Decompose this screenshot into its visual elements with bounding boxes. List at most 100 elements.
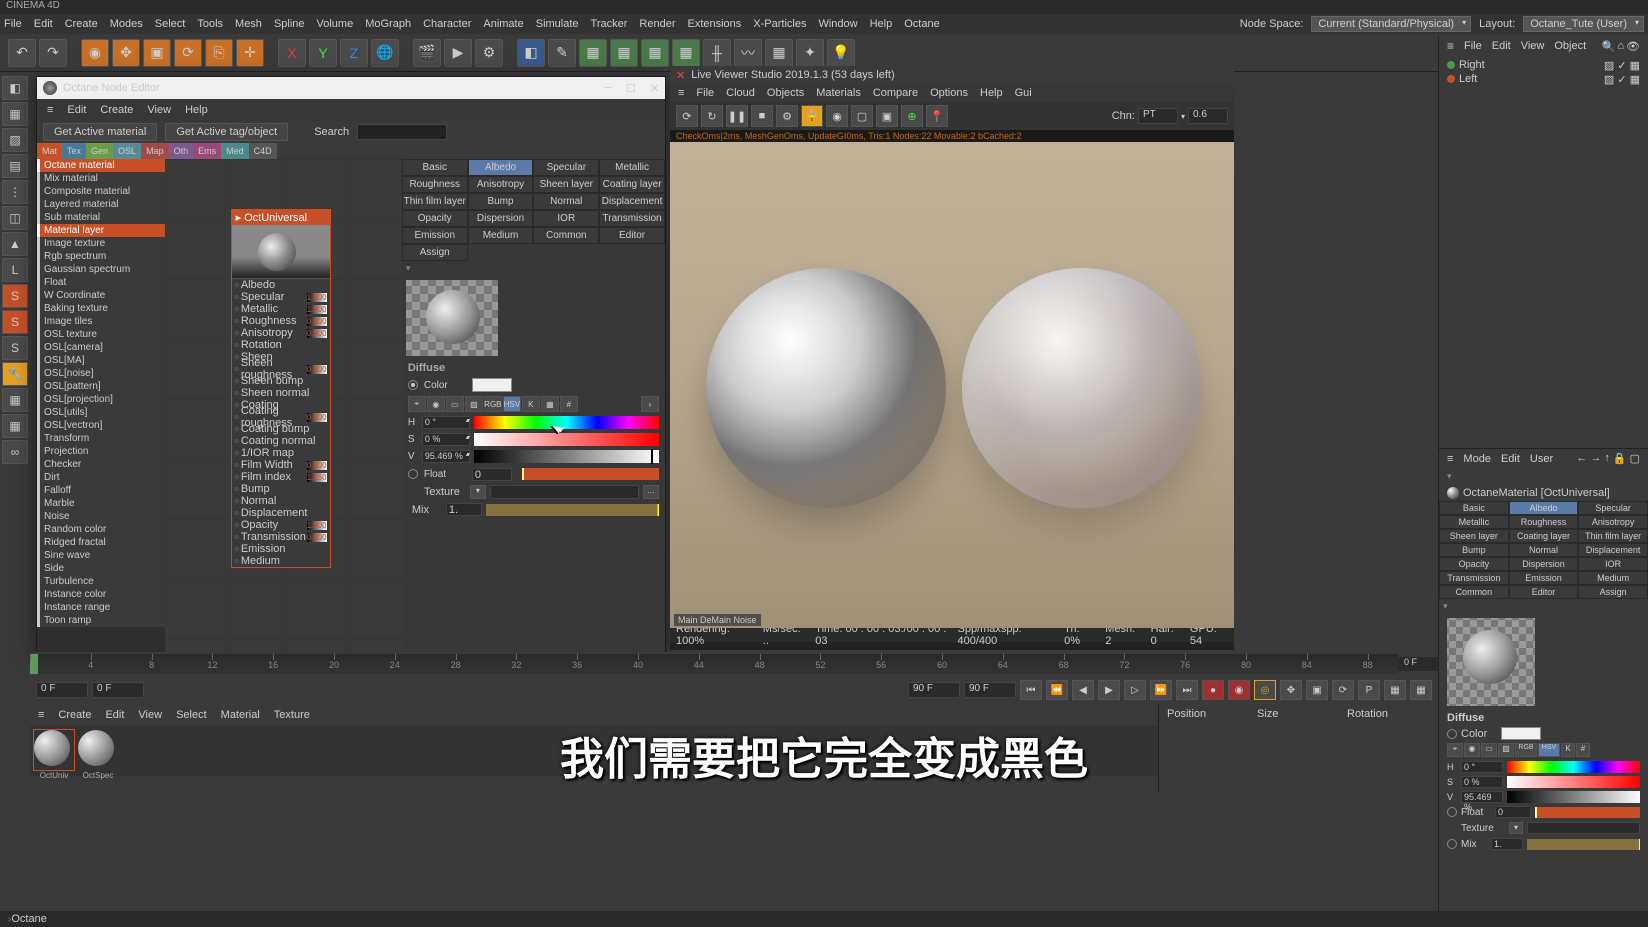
menu-animate[interactable]: Animate [483, 18, 523, 30]
node-port[interactable]: Specular1.000 [232, 291, 330, 303]
color-radio[interactable] [408, 380, 418, 390]
vm-options[interactable]: Options [930, 87, 968, 99]
node-port[interactable]: Albedo [232, 279, 330, 291]
tab-ems[interactable]: Ems [193, 143, 221, 159]
prop-tab[interactable]: Editor [599, 227, 665, 244]
node-list-item[interactable]: Turbulence [37, 575, 165, 588]
z-axis-button[interactable]: Z [340, 39, 368, 67]
hue-value[interactable]: 0 ° [422, 416, 470, 429]
om-view[interactable]: View [1521, 40, 1545, 52]
menu-extensions[interactable]: Extensions [687, 18, 741, 30]
prop-tab[interactable]: Medium [468, 227, 534, 244]
attr-tab[interactable]: Roughness [1509, 515, 1579, 529]
workplane-mode[interactable]: ▤ [2, 154, 28, 178]
attr-tab[interactable]: Transmission [1439, 571, 1509, 585]
prop-tab[interactable]: Metallic [599, 159, 665, 176]
om-ham[interactable]: ≡ [1447, 39, 1454, 53]
attr-tex-dd[interactable]: ▾ [1509, 822, 1523, 834]
goto-start[interactable]: ⏮ [1020, 680, 1042, 700]
node-list-item[interactable]: Rgb spectrum [37, 250, 165, 263]
node-list-item[interactable]: Side [37, 562, 165, 575]
mm-edit[interactable]: Edit [105, 709, 124, 721]
tab-mat[interactable]: Mat [37, 143, 62, 159]
om-edit[interactable]: Edit [1492, 40, 1511, 52]
attr-s-val[interactable]: 0 % [1461, 776, 1503, 788]
ne-menu-view[interactable]: View [147, 104, 171, 116]
next-frame[interactable]: ▷ [1124, 680, 1146, 700]
attr-v-slider[interactable] [1507, 791, 1640, 803]
maximize-button[interactable]: ☐ [626, 82, 636, 95]
node-list-item[interactable]: Material layer [37, 224, 165, 237]
ne-menu-create[interactable]: Create [100, 104, 133, 116]
node-port[interactable]: Roughness0.000 [232, 315, 330, 327]
menu-select[interactable]: Select [155, 18, 186, 30]
attr-mix-radio[interactable] [1447, 839, 1457, 849]
node-list-item[interactable]: Ridged fractal [37, 536, 165, 549]
menu-create[interactable]: Create [65, 18, 98, 30]
texture-dropdown[interactable]: ▾ [470, 485, 486, 499]
floor-button[interactable]: 〰 [734, 39, 762, 67]
am-edit[interactable]: Edit [1501, 453, 1520, 465]
anim-key[interactable]: ▦ [1410, 680, 1432, 700]
vt-reload[interactable]: ↻ [701, 105, 723, 127]
node-port[interactable]: Sheen roughness0.000 [232, 363, 330, 375]
attr-tab[interactable]: Albedo [1509, 501, 1579, 515]
pen-button[interactable]: ✎ [548, 39, 576, 67]
vm-help[interactable]: Help [980, 87, 1003, 99]
object-list[interactable]: Right▨ ✓ ▦ Left▨ ✓ ▦ [1439, 56, 1648, 88]
node-port[interactable]: Normal [232, 495, 330, 507]
vm-cloud[interactable]: Cloud [726, 87, 755, 99]
node-port[interactable]: Anisotropy0.000 [232, 327, 330, 339]
camera-left[interactable]: Left▨ ✓ ▦ [1447, 72, 1640, 86]
ne-menu-ham[interactable]: ≡ [47, 104, 53, 116]
node-list-item[interactable]: Random color [37, 523, 165, 536]
attr-tab[interactable]: Dispersion [1509, 557, 1579, 571]
node-port[interactable]: 1/IOR map [232, 447, 330, 459]
nodespace-dropdown[interactable]: Current (Standard/Physical) [1311, 16, 1471, 32]
node-list-item[interactable]: OSL[pattern] [37, 380, 165, 393]
menu-window[interactable]: Window [818, 18, 857, 30]
attr-mix-val[interactable]: 1. [1491, 838, 1523, 850]
float-slider[interactable] [522, 468, 659, 480]
menu-edit[interactable]: Edit [34, 18, 53, 30]
pla-key[interactable]: ▦ [1384, 680, 1406, 700]
chn-dropdown[interactable]: PT [1138, 108, 1178, 124]
poly-mode[interactable]: ▲ [2, 232, 28, 256]
prop-tab[interactable]: Transmission [599, 210, 665, 227]
mix-slider[interactable] [486, 504, 659, 516]
attr-spectrum-icon[interactable]: ▭ [1481, 743, 1497, 757]
play-button[interactable]: ▶ [1098, 680, 1120, 700]
node-list-item[interactable]: Instance color [37, 588, 165, 601]
x-axis-button[interactable]: X [278, 39, 306, 67]
cube-button[interactable]: ◧ [517, 39, 545, 67]
autokey-button[interactable]: ◉ [1228, 680, 1250, 700]
param-key[interactable]: P [1358, 680, 1380, 700]
float-radio[interactable] [408, 469, 418, 479]
mm-select[interactable]: Select [176, 709, 207, 721]
attr-k-icon[interactable]: K [1561, 743, 1575, 757]
mm-texture[interactable]: Texture [274, 709, 310, 721]
prop-tab[interactable]: Emission [402, 227, 468, 244]
goto-prev-key[interactable]: ⏪ [1046, 680, 1068, 700]
texture-browse[interactable]: … [643, 485, 659, 499]
texture-field[interactable] [490, 485, 639, 499]
attr-rgb-icon[interactable]: RGB [1515, 743, 1537, 757]
node-list-item[interactable]: Gaussian spectrum [37, 263, 165, 276]
attr-swatch-icon[interactable]: ▨ [1498, 743, 1514, 757]
am-back[interactable]: ← [1576, 452, 1587, 465]
model-mode[interactable]: ◧ [2, 76, 28, 100]
redo-button[interactable]: ↷ [39, 39, 67, 67]
attr-wheel-icon[interactable]: ◉ [1464, 743, 1480, 757]
close-button[interactable]: ✕ [650, 82, 659, 95]
tag-mode[interactable]: 🔧 [2, 362, 28, 386]
vt-sphere[interactable]: ◉ [826, 105, 848, 127]
attr-tab[interactable]: Displacement [1578, 543, 1648, 557]
hash-icon[interactable]: # [560, 396, 578, 412]
am-lock-icon[interactable]: 🔒 [1613, 452, 1627, 465]
prop-tab[interactable]: Displacement [599, 193, 665, 210]
octane-mode[interactable]: S [2, 284, 28, 308]
vt-pause[interactable]: ❚❚ [726, 105, 748, 127]
node-graph[interactable]: OctUniversal AlbedoSpecular1.000Metallic… [165, 159, 402, 653]
attr-tab[interactable]: Sheen layer [1439, 529, 1509, 543]
node-port[interactable]: Opacity1.000 [232, 519, 330, 531]
